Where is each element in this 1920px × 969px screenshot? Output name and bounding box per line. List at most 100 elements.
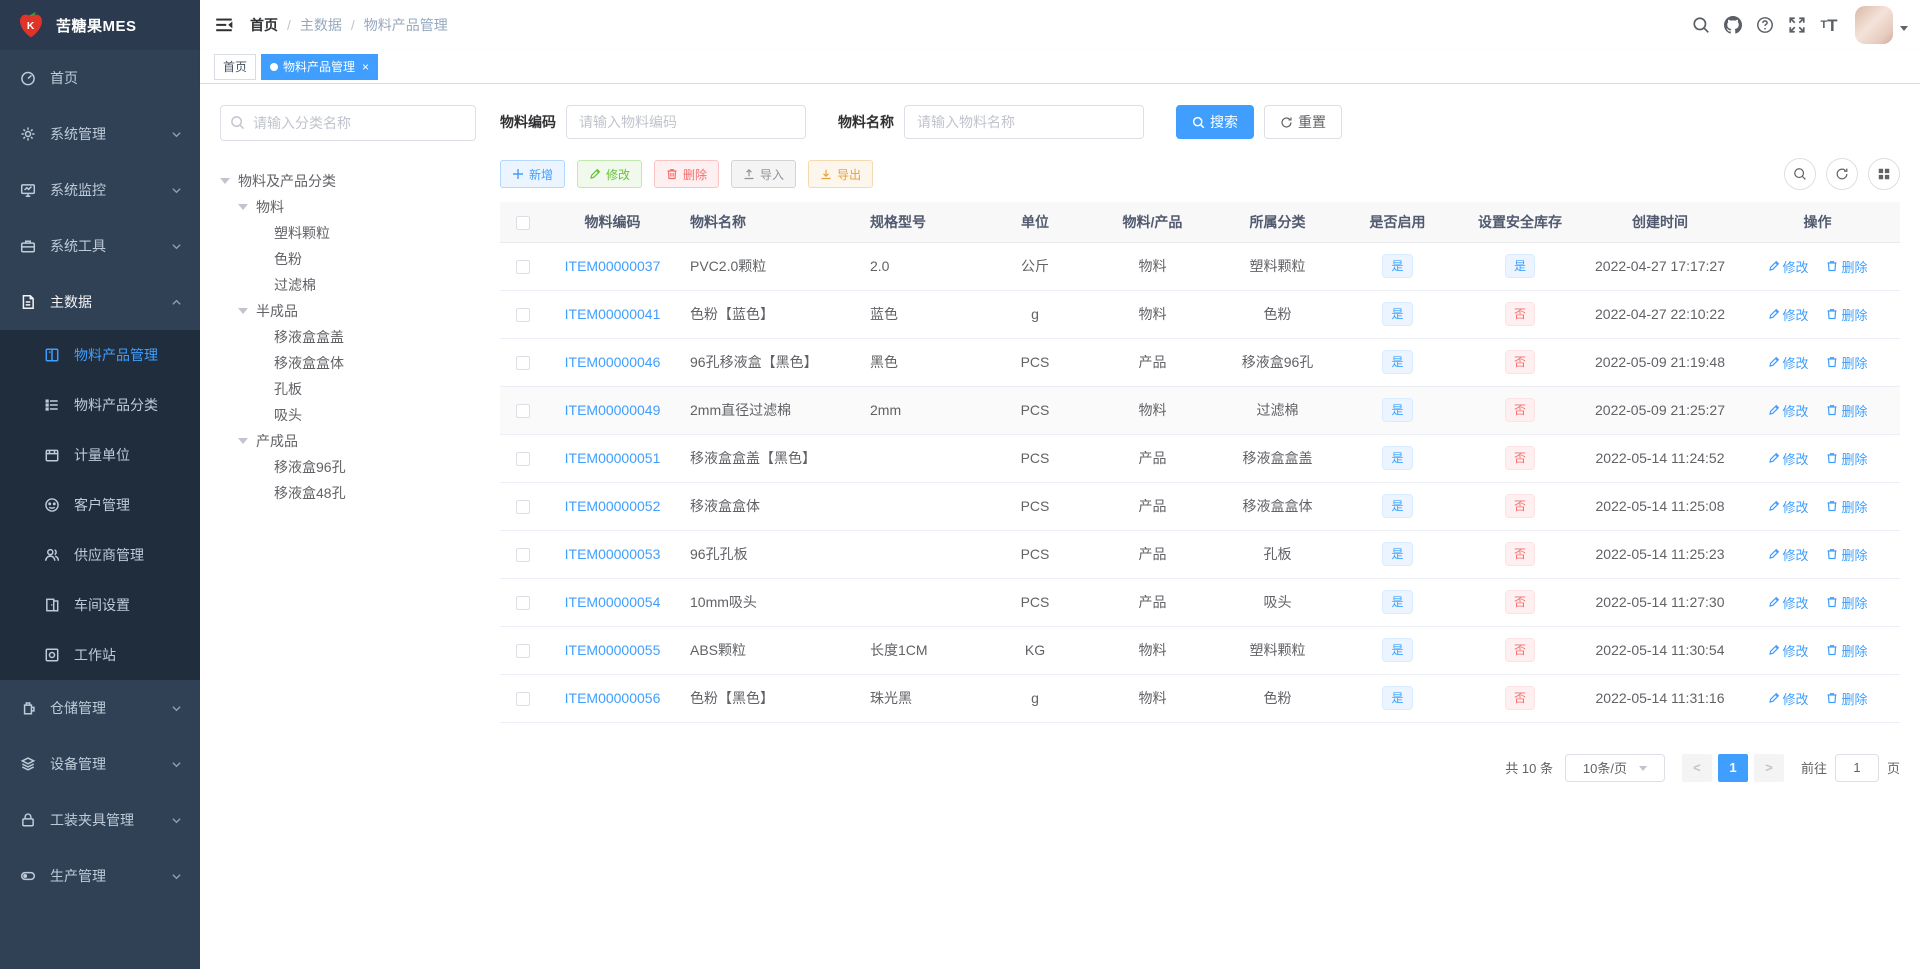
row-delete-link[interactable]: 删除 bbox=[1826, 401, 1867, 420]
sidebar-subitem-workshop-settings[interactable]: 车间设置 bbox=[0, 580, 200, 630]
close-icon[interactable]: × bbox=[362, 61, 369, 73]
row-checkbox[interactable] bbox=[515, 404, 530, 419]
row-delete-link[interactable]: 删除 bbox=[1826, 497, 1867, 516]
category-search-input[interactable] bbox=[220, 105, 476, 141]
tree-node[interactable]: 吸头 bbox=[220, 402, 476, 428]
row-delete-link[interactable]: 删除 bbox=[1826, 305, 1867, 324]
next-page-button[interactable]: > bbox=[1753, 753, 1784, 782]
material-code-link[interactable]: ITEM00000041 bbox=[565, 306, 661, 322]
sidebar-subitem-material-product-management[interactable]: 物料产品管理 bbox=[0, 330, 200, 380]
page-size-select[interactable]: 10条/页 bbox=[1564, 753, 1665, 782]
sidebar-item-system-tools[interactable]: 系统工具 bbox=[0, 218, 200, 274]
tree-node[interactable]: 孔板 bbox=[220, 376, 476, 402]
tree-node[interactable]: 产成品 bbox=[220, 428, 476, 454]
goto-page-input[interactable] bbox=[1834, 753, 1879, 782]
sidebar-subitem-workstation[interactable]: 工作站 bbox=[0, 630, 200, 680]
row-edit-link[interactable]: 修改 bbox=[1768, 305, 1809, 324]
sidebar-subitem-measure-unit[interactable]: 计量单位 bbox=[0, 430, 200, 480]
tree-node[interactable]: 移液盒盒盖 bbox=[220, 324, 476, 350]
row-checkbox[interactable] bbox=[515, 452, 530, 467]
question-icon[interactable] bbox=[1749, 0, 1781, 50]
row-edit-link[interactable]: 修改 bbox=[1768, 257, 1809, 276]
header-search-icon[interactable] bbox=[1685, 0, 1717, 50]
row-checkbox[interactable] bbox=[515, 308, 530, 323]
tab-material-product-management[interactable]: 物料产品管理 × bbox=[261, 53, 379, 80]
material-code-link[interactable]: ITEM00000054 bbox=[565, 594, 661, 610]
breadcrumb-master-data[interactable]: 主数据 bbox=[300, 15, 342, 35]
sidebar-item-fixture-management[interactable]: 工装夹具管理 bbox=[0, 792, 200, 848]
search-button[interactable]: 搜索 bbox=[1176, 105, 1254, 139]
material-code-link[interactable]: ITEM00000055 bbox=[565, 642, 661, 658]
sidebar-item-production-management[interactable]: 生产管理 bbox=[0, 848, 200, 904]
row-edit-link[interactable]: 修改 bbox=[1768, 497, 1809, 516]
material-code-link[interactable]: ITEM00000052 bbox=[565, 498, 661, 514]
row-delete-link[interactable]: 删除 bbox=[1826, 449, 1867, 468]
tree-node[interactable]: 移液盒48孔 bbox=[220, 480, 476, 506]
row-delete-link[interactable]: 删除 bbox=[1826, 257, 1867, 276]
github-icon[interactable] bbox=[1717, 0, 1749, 50]
add-button[interactable]: 新增 bbox=[500, 160, 566, 188]
row-checkbox[interactable] bbox=[515, 644, 530, 659]
material-code-link[interactable]: ITEM00000051 bbox=[565, 450, 661, 466]
tree-node[interactable]: 移液盒盒体 bbox=[220, 350, 476, 376]
row-edit-link[interactable]: 修改 bbox=[1768, 401, 1809, 420]
material-code-link[interactable]: ITEM00000053 bbox=[565, 546, 661, 562]
select-all-checkbox[interactable] bbox=[515, 215, 530, 230]
font-size-icon[interactable]: TT bbox=[1813, 0, 1845, 50]
row-checkbox[interactable] bbox=[515, 500, 530, 515]
tab-home[interactable]: 首页 bbox=[214, 53, 257, 80]
sidebar-subitem-supplier-management[interactable]: 供应商管理 bbox=[0, 530, 200, 580]
tree-node[interactable]: 半成品 bbox=[220, 298, 476, 324]
refresh-button[interactable] bbox=[1826, 158, 1858, 190]
row-delete-link[interactable]: 删除 bbox=[1826, 641, 1867, 660]
sidebar-item-master-data[interactable]: 主数据 bbox=[0, 274, 200, 330]
page-number-1[interactable]: 1 bbox=[1717, 753, 1748, 782]
row-delete-link[interactable]: 删除 bbox=[1826, 545, 1867, 564]
material-code-link[interactable]: ITEM00000049 bbox=[565, 402, 661, 418]
import-button[interactable]: 导入 bbox=[731, 160, 797, 188]
tree-node[interactable]: 物料及产品分类 bbox=[220, 168, 476, 194]
breadcrumb-home[interactable]: 首页 bbox=[250, 15, 278, 35]
sidebar-subitem-customer-management[interactable]: 客户管理 bbox=[0, 480, 200, 530]
row-edit-link[interactable]: 修改 bbox=[1768, 641, 1809, 660]
row-edit-link[interactable]: 修改 bbox=[1768, 449, 1809, 468]
column-visibility-button[interactable] bbox=[1868, 158, 1900, 190]
toggle-search-button[interactable] bbox=[1784, 158, 1816, 190]
row-edit-link[interactable]: 修改 bbox=[1768, 689, 1809, 708]
row-checkbox[interactable] bbox=[515, 692, 530, 707]
sidebar-item-system-management[interactable]: 系统管理 bbox=[0, 106, 200, 162]
row-edit-link[interactable]: 修改 bbox=[1768, 593, 1809, 612]
row-checkbox[interactable] bbox=[515, 548, 530, 563]
material-code-link[interactable]: ITEM00000037 bbox=[565, 258, 661, 274]
tree-node[interactable]: 物料 bbox=[220, 194, 476, 220]
sidebar-subitem-material-product-category[interactable]: 物料产品分类 bbox=[0, 380, 200, 430]
delete-button[interactable]: 删除 bbox=[654, 160, 720, 188]
sidebar-item-equipment-management[interactable]: 设备管理 bbox=[0, 736, 200, 792]
row-checkbox[interactable] bbox=[515, 596, 530, 611]
user-menu[interactable] bbox=[1855, 6, 1908, 44]
material-code-link[interactable]: ITEM00000046 bbox=[565, 354, 661, 370]
row-edit-link[interactable]: 修改 bbox=[1768, 545, 1809, 564]
row-delete-link[interactable]: 删除 bbox=[1826, 353, 1867, 372]
sidebar-item-system-monitor[interactable]: 系统监控 bbox=[0, 162, 200, 218]
tree-node[interactable]: 移液盒96孔 bbox=[220, 454, 476, 480]
material-code-input[interactable] bbox=[566, 105, 806, 139]
tree-node[interactable]: 塑料颗粒 bbox=[220, 220, 476, 246]
avatar[interactable] bbox=[1855, 6, 1893, 44]
fullscreen-icon[interactable] bbox=[1781, 0, 1813, 50]
row-checkbox[interactable] bbox=[515, 260, 530, 275]
material-code-link[interactable]: ITEM00000056 bbox=[565, 690, 661, 706]
export-button[interactable]: 导出 bbox=[808, 160, 874, 188]
reset-button[interactable]: 重置 bbox=[1264, 105, 1342, 139]
tree-node[interactable]: 色粉 bbox=[220, 246, 476, 272]
hamburger-fold-icon[interactable] bbox=[214, 15, 234, 35]
row-checkbox[interactable] bbox=[515, 356, 530, 371]
tree-node[interactable]: 过滤棉 bbox=[220, 272, 476, 298]
material-name-input[interactable] bbox=[904, 105, 1144, 139]
sidebar-item-warehouse-management[interactable]: 仓储管理 bbox=[0, 680, 200, 736]
prev-page-button[interactable]: < bbox=[1681, 753, 1712, 782]
row-delete-link[interactable]: 删除 bbox=[1826, 593, 1867, 612]
sidebar-item-home[interactable]: 首页 bbox=[0, 50, 200, 106]
edit-button[interactable]: 修改 bbox=[577, 160, 643, 188]
row-edit-link[interactable]: 修改 bbox=[1768, 353, 1809, 372]
